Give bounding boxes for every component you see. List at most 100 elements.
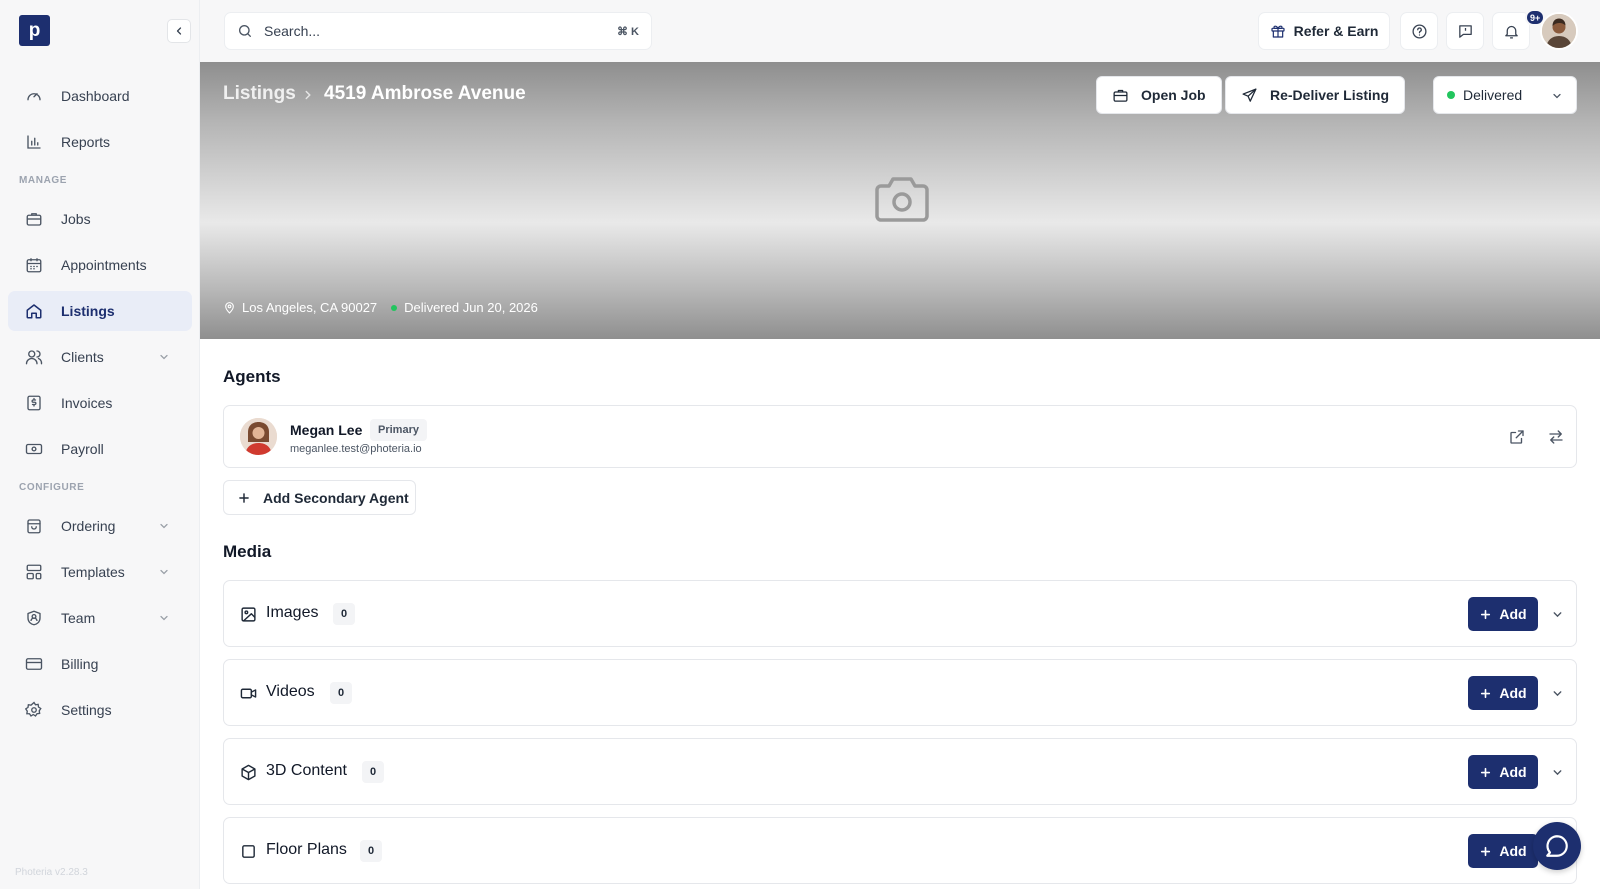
media-label: Floor Plans bbox=[266, 841, 347, 858]
agent-avatar bbox=[240, 418, 277, 455]
sidebar: p Dashboard Reports MANAGE Jobs Appointm… bbox=[0, 0, 200, 889]
collapse-sidebar-button[interactable] bbox=[167, 19, 191, 43]
add-label: Add bbox=[1499, 606, 1527, 622]
sidebar-item-ordering[interactable]: Ordering bbox=[8, 506, 192, 546]
sidebar-item-label: Team bbox=[61, 610, 96, 626]
page-title: 4519 Ambrose Avenue bbox=[324, 83, 526, 104]
listing-status-select[interactable]: Delivered bbox=[1433, 76, 1577, 114]
add-label: Add bbox=[1499, 843, 1527, 859]
sidebar-item-label: Ordering bbox=[61, 518, 116, 534]
sidebar-item-reports[interactable]: Reports bbox=[8, 122, 192, 162]
sidebar-item-label: Appointments bbox=[61, 257, 147, 273]
add-floor-plans-button[interactable]: Add bbox=[1468, 834, 1538, 868]
media-count-badge: 0 bbox=[362, 761, 384, 783]
user-photo-icon bbox=[1542, 14, 1576, 48]
redeliver-label: Re-Deliver Listing bbox=[1270, 87, 1390, 103]
delivered-date: Delivered Jun 20, 2026 bbox=[404, 300, 538, 315]
add-3d-content-button[interactable]: Add bbox=[1468, 755, 1538, 789]
support-chat-button[interactable] bbox=[1533, 822, 1581, 870]
media-row-videos[interactable]: Videos 0 Add bbox=[223, 659, 1577, 726]
add-videos-button[interactable]: Add bbox=[1468, 676, 1538, 710]
square-icon bbox=[242, 845, 255, 858]
sidebar-item-listings[interactable]: Listings bbox=[8, 291, 192, 331]
top-bar: Search... ⌘ K Refer & Earn 9+ bbox=[200, 0, 1600, 62]
swap-icon[interactable] bbox=[1547, 428, 1565, 446]
media-label: 3D Content bbox=[266, 762, 347, 779]
delivered-dot bbox=[391, 304, 398, 311]
chevron-down-icon[interactable] bbox=[1551, 608, 1564, 621]
sidebar-item-billing[interactable]: Billing bbox=[8, 644, 192, 684]
shopping-bag-icon bbox=[27, 519, 41, 534]
refer-earn-button[interactable]: Refer & Earn bbox=[1258, 12, 1390, 50]
redeliver-listing-button[interactable]: Re-Deliver Listing bbox=[1225, 76, 1406, 114]
status-dot bbox=[1447, 91, 1455, 99]
banknote-icon bbox=[25, 443, 43, 455]
open-job-button[interactable]: Open Job bbox=[1096, 76, 1222, 114]
search-input[interactable]: Search... ⌘ K bbox=[224, 12, 652, 50]
sidebar-item-clients[interactable]: Clients bbox=[8, 337, 192, 377]
send-icon bbox=[1242, 87, 1257, 102]
layout-icon bbox=[26, 564, 42, 580]
sidebar-item-label: Listings bbox=[61, 303, 115, 319]
chevron-left-icon bbox=[176, 27, 182, 35]
sidebar-item-payroll[interactable]: Payroll bbox=[8, 429, 192, 469]
sidebar-item-label: Invoices bbox=[61, 395, 113, 411]
image-icon bbox=[241, 607, 256, 622]
add-label: Add bbox=[1499, 764, 1527, 780]
plus-icon bbox=[239, 492, 249, 503]
add-images-button[interactable]: Add bbox=[1468, 597, 1538, 631]
app-logo[interactable]: p bbox=[19, 15, 50, 46]
briefcase-icon bbox=[1113, 89, 1128, 102]
media-row-images[interactable]: Images 0 Add bbox=[223, 580, 1577, 647]
video-icon bbox=[240, 688, 257, 699]
external-link-icon[interactable] bbox=[1508, 428, 1526, 446]
sidebar-item-dashboard[interactable]: Dashboard bbox=[8, 76, 192, 116]
users-icon bbox=[25, 350, 43, 365]
media-row-floor-plans[interactable]: Floor Plans 0 Add bbox=[223, 817, 1577, 884]
search-icon bbox=[239, 25, 251, 37]
media-count-badge: 0 bbox=[360, 840, 382, 862]
sidebar-item-label: Dashboard bbox=[61, 88, 130, 104]
user-avatar[interactable] bbox=[1540, 12, 1578, 50]
message-square-icon bbox=[1458, 24, 1472, 38]
sidebar-item-templates[interactable]: Templates bbox=[8, 552, 192, 592]
media-label: Videos bbox=[266, 683, 315, 700]
sidebar-item-label: Jobs bbox=[61, 211, 91, 227]
gear-icon bbox=[25, 701, 42, 717]
shield-user-icon bbox=[27, 610, 41, 626]
media-heading: Media bbox=[223, 542, 272, 561]
add-secondary-agent-button[interactable]: Add Secondary Agent bbox=[223, 480, 416, 515]
media-label: Images bbox=[266, 604, 319, 621]
sidebar-item-invoices[interactable]: Invoices bbox=[8, 383, 192, 423]
chevron-down-icon[interactable] bbox=[1551, 766, 1564, 779]
sidebar-item-label: Payroll bbox=[61, 441, 104, 457]
briefcase-icon bbox=[26, 213, 42, 226]
sidebar-item-jobs[interactable]: Jobs bbox=[8, 199, 192, 239]
sidebar-item-label: Settings bbox=[61, 702, 112, 718]
search-placeholder: Search... bbox=[264, 23, 321, 39]
sidebar-item-settings[interactable]: Settings bbox=[8, 690, 192, 730]
add-label: Add bbox=[1499, 685, 1527, 701]
section-label-configure: CONFIGURE bbox=[19, 482, 85, 493]
home-icon bbox=[26, 304, 42, 319]
help-button[interactable] bbox=[1400, 12, 1438, 50]
breadcrumb-listings[interactable]: Listings bbox=[223, 83, 296, 105]
sidebar-item-team[interactable]: Team bbox=[8, 598, 192, 638]
listing-hero: Listings 4519 Ambrose Avenue Open Job Re… bbox=[200, 62, 1600, 339]
media-count-badge: 0 bbox=[333, 603, 355, 625]
calendar-icon bbox=[26, 258, 42, 273]
agent-photo-icon bbox=[240, 418, 277, 455]
sidebar-item-appointments[interactable]: Appointments bbox=[8, 245, 192, 285]
credit-card-icon bbox=[25, 658, 43, 670]
chevron-down-icon bbox=[1553, 93, 1561, 99]
primary-agent-card: Megan Lee Primary meganlee.test@photeria… bbox=[223, 405, 1577, 468]
gauge-icon bbox=[27, 93, 41, 101]
primary-badge: Primary bbox=[370, 419, 427, 441]
chevron-down-icon[interactable] bbox=[1551, 687, 1564, 700]
plus-icon bbox=[1481, 609, 1491, 619]
cube-icon bbox=[241, 764, 256, 781]
sidebar-item-label: Billing bbox=[61, 656, 99, 672]
agent-name: Megan Lee bbox=[290, 422, 363, 438]
messages-button[interactable] bbox=[1446, 12, 1484, 50]
media-row-3d-content[interactable]: 3D Content 0 Add bbox=[223, 738, 1577, 805]
